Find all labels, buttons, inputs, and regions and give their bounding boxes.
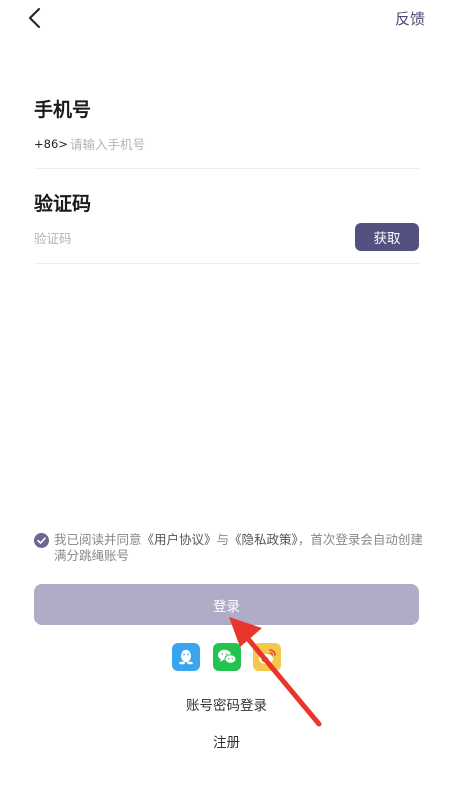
weibo-login-button[interactable]: [253, 643, 281, 671]
back-button[interactable]: [22, 5, 50, 33]
get-code-button[interactable]: 获取: [355, 223, 419, 251]
verification-code-input[interactable]: [34, 229, 334, 247]
check-icon: [37, 537, 46, 544]
code-title: 验证码: [34, 193, 92, 215]
register-link[interactable]: 注册: [0, 731, 453, 751]
agreement-prefix: 我已阅读并同意: [54, 532, 142, 547]
privacy-policy-link[interactable]: 《隐私政策》: [229, 532, 298, 547]
country-code-selector[interactable]: +86>: [34, 137, 68, 151]
phone-divider: [34, 168, 420, 169]
phone-title: 手机号: [34, 99, 92, 121]
agreement-and: 与: [216, 532, 230, 547]
password-login-link[interactable]: 账号密码登录: [0, 694, 453, 714]
agreement-checkbox[interactable]: [34, 533, 49, 548]
wechat-icon: [218, 649, 237, 664]
agreement-text: 我已阅读并同意《用户协议》与《隐私政策》，首次登录会自动创建满分跳绳账号: [54, 532, 424, 564]
user-agreement-link[interactable]: 《用户协议》: [142, 532, 217, 547]
wechat-login-button[interactable]: [213, 643, 241, 671]
feedback-link[interactable]: 反馈: [395, 8, 425, 29]
weibo-icon: [259, 649, 276, 664]
code-divider: [34, 263, 420, 264]
chevron-left-icon: [29, 8, 40, 28]
phone-input[interactable]: [70, 135, 390, 153]
login-button[interactable]: 登录: [34, 584, 419, 625]
qq-icon: [179, 649, 193, 665]
qq-login-button[interactable]: [172, 643, 200, 671]
